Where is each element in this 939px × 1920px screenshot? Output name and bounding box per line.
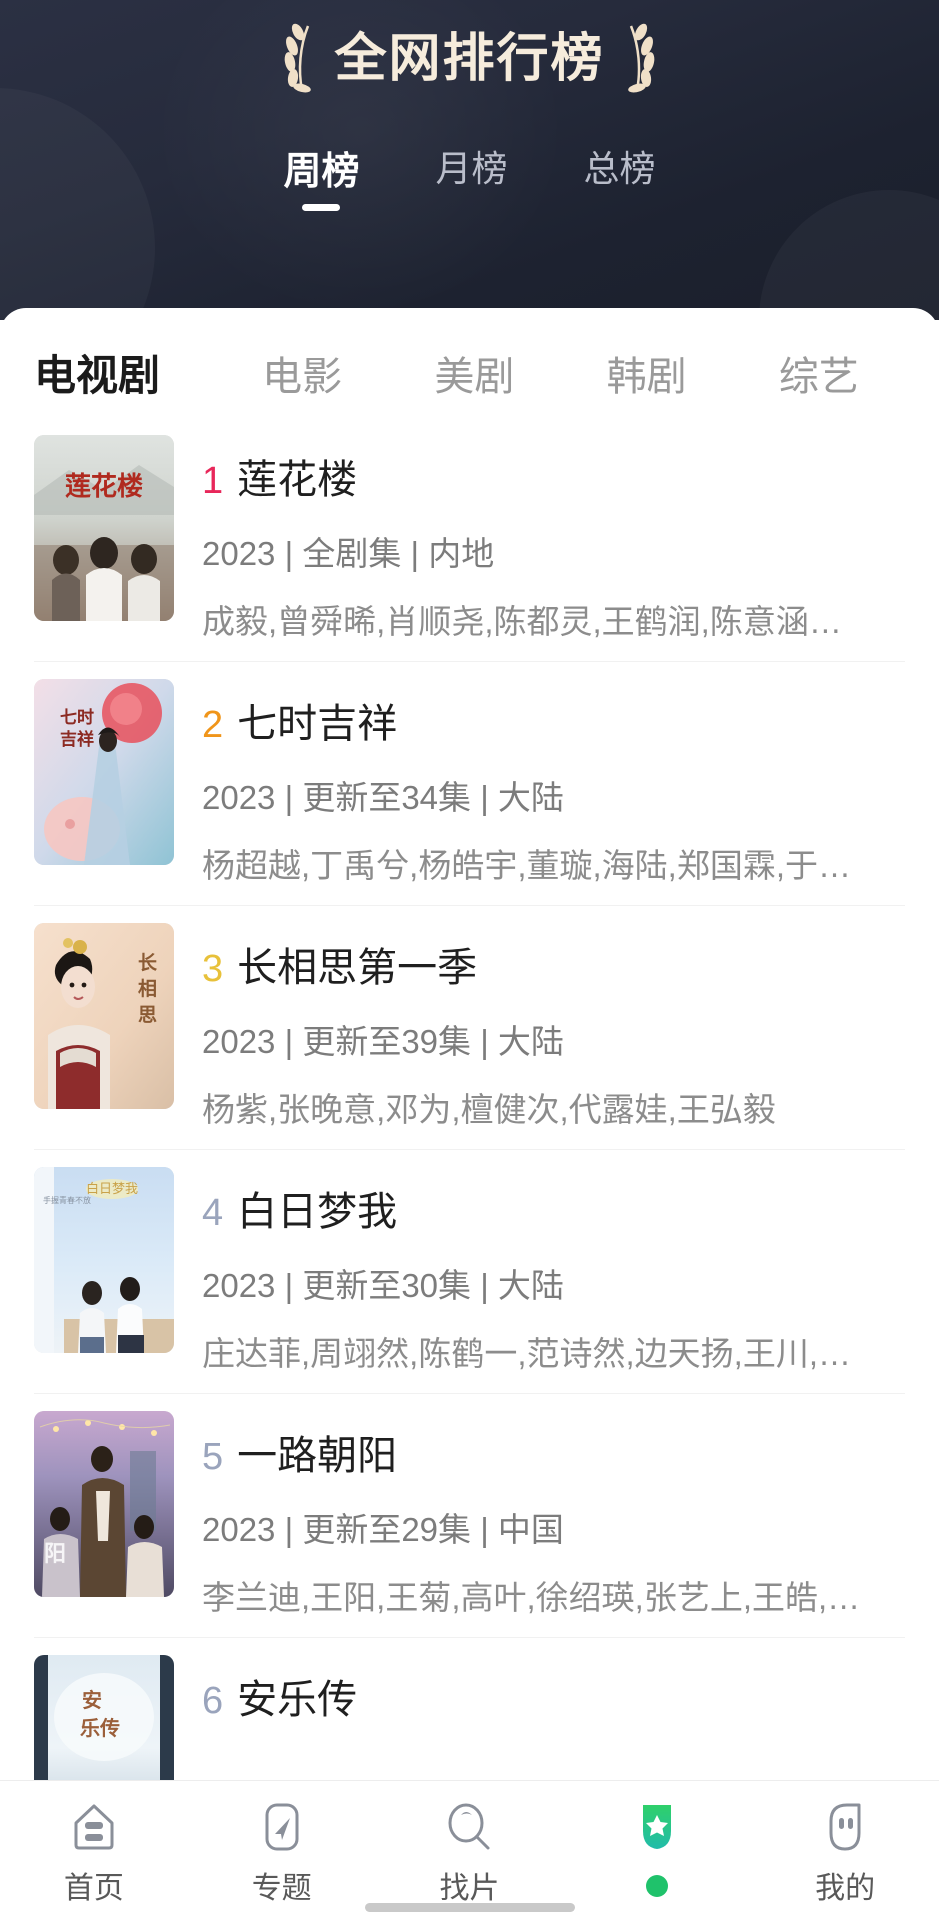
rank-number: 2 — [202, 704, 224, 746]
poster-changxiangsi[interactable]: 长 相 思 — [34, 923, 174, 1109]
category-tabs: 电视剧 电影 美剧 韩剧 综艺 — [0, 308, 939, 403]
page-header: 全网排行榜 周榜 月榜 总榜 — [0, 0, 939, 320]
rank-number: 4 — [202, 1192, 224, 1234]
item-cast: 杨超越,丁禹兮,杨皓宇,董璇,海陆,郑国霖,于… — [202, 847, 852, 884]
category-tab-movie[interactable]: 电影 — [216, 344, 388, 402]
svg-text:相: 相 — [138, 978, 157, 1000]
item-title: 七时吉祥 — [237, 702, 398, 746]
item-info: 2023 | 更新至30集 | 大陆 — [202, 1267, 564, 1304]
item-meta: 2 七时吉祥 2023 | 更新至34集 | 大陆 杨超越,丁禹兮,杨皓宇,董璇… — [202, 679, 905, 887]
home-indicator — [364, 1903, 575, 1912]
category-tab-kr-drama[interactable]: 韩剧 — [561, 344, 733, 402]
content-card: 电视剧 电影 美剧 韩剧 综艺 莲花楼 1 莲花楼 2023 | 全剧集 | 内… — [0, 308, 939, 1920]
svg-text:七时: 七时 — [60, 708, 94, 727]
star-shield-icon — [643, 1805, 672, 1849]
rank-number: 3 — [202, 948, 224, 990]
item-cast: 成毅,曾舜晞,肖顺尧,陈都灵,王鹤润,陈意涵… — [202, 603, 842, 640]
svg-text:吉祥: 吉祥 — [60, 729, 94, 749]
poster-yiluzhaoyang[interactable]: 阳 — [34, 1411, 174, 1597]
nav-item-mine[interactable]: 我的 — [751, 1799, 939, 1907]
nav-item-home[interactable]: 首页 — [0, 1799, 188, 1907]
rank-number: 5 — [202, 1436, 224, 1478]
table-row[interactable]: 手握青春不放 白日梦我 4 白日梦我 2023 | 更新至30集 | 大陆 庄达… — [34, 1149, 905, 1393]
ranking-list: 莲花楼 1 莲花楼 2023 | 全剧集 | 内地 成毅,曾舜晞,肖顺尧,陈都灵… — [0, 417, 939, 1859]
period-tab-total[interactable]: 总榜 — [576, 140, 664, 211]
nav-item-find[interactable]: 找片 — [376, 1799, 564, 1907]
rank-number: 1 — [202, 460, 224, 502]
home-icon — [74, 1804, 114, 1850]
item-cast: 李兰迪,王阳,王菊,高叶,徐绍瑛,张艺上,王皓,… — [202, 1579, 861, 1616]
item-meta: 6 安乐传 — [202, 1655, 905, 1747]
category-tab-variety[interactable]: 综艺 — [733, 344, 905, 402]
svg-text:手握青春不放: 手握青春不放 — [43, 1195, 91, 1205]
poster-lianhualou[interactable]: 莲花楼 — [34, 435, 174, 621]
item-title: 莲花楼 — [237, 458, 358, 502]
svg-text:乐传: 乐传 — [80, 1717, 120, 1740]
period-tab-week[interactable]: 周榜 — [275, 140, 367, 211]
item-title-line: 3 长相思第一季 — [202, 935, 905, 993]
svg-text:阳: 阳 — [44, 1541, 66, 1566]
table-row[interactable]: 长 相 思 3 长相思第一季 2023 | 更新至39集 | 大陆 杨紫,张晚意… — [34, 905, 905, 1149]
item-info: 2023 | 更新至29集 | 中国 — [202, 1511, 564, 1548]
navigate-icon — [265, 1803, 299, 1851]
rank-number: 6 — [202, 1680, 224, 1722]
item-meta: 1 莲花楼 2023 | 全剧集 | 内地 成毅,曾舜晞,肖顺尧,陈都灵,王鹤润… — [202, 435, 905, 643]
search-icon — [448, 1803, 490, 1850]
poster-qishijixiang[interactable]: 七时 吉祥 — [34, 679, 174, 865]
category-tab-tv[interactable]: 电视剧 — [34, 342, 216, 403]
nav-label-home: 首页 — [63, 1872, 124, 1905]
period-tab-month[interactable]: 月榜 — [427, 140, 515, 211]
laurel-right-icon — [627, 23, 654, 93]
svg-text:安: 安 — [82, 1688, 102, 1712]
item-info: 2023 | 全剧集 | 内地 — [202, 535, 495, 572]
item-info: 2023 | 更新至34集 | 大陆 — [202, 779, 564, 816]
svg-text:白日梦我: 白日梦我 — [86, 1181, 138, 1196]
item-meta: 5 一路朝阳 2023 | 更新至29集 | 中国 李兰迪,王阳,王菊,高叶,徐… — [202, 1411, 905, 1619]
item-title-line: 1 莲花楼 — [202, 447, 905, 505]
table-row[interactable]: 莲花楼 1 莲花楼 2023 | 全剧集 | 内地 成毅,曾舜晞,肖顺尧,陈都灵… — [34, 417, 905, 661]
period-tabs: 周榜 月榜 总榜 — [0, 140, 939, 211]
item-cast: 庄达菲,周翊然,陈鹤一,范诗然,边天扬,王川,… — [202, 1335, 852, 1372]
nav-label-mine: 我的 — [815, 1872, 876, 1905]
item-title: 一路朝阳 — [237, 1434, 398, 1478]
page-title: 全网排行榜 — [334, 29, 605, 88]
item-cast: 杨紫,张晚意,邓为,檀健次,代露娃,王弘毅 — [202, 1091, 776, 1128]
poster-bairimengwo[interactable]: 手握青春不放 白日梦我 — [34, 1167, 174, 1353]
item-title-line: 4 白日梦我 — [202, 1179, 905, 1237]
table-row[interactable]: 阳 5 一路朝阳 2023 | 更新至29集 | 中国 李兰迪,王阳,王菊,高叶… — [34, 1393, 905, 1637]
nav-label-find: 找片 — [439, 1872, 500, 1905]
profile-icon — [829, 1803, 861, 1851]
bottom-navigation: 首页 专题 找片 我的 — [0, 1780, 939, 1920]
item-title: 长相思第一季 — [237, 946, 478, 990]
table-row[interactable]: 七时 吉祥 2 七时吉祥 2023 | 更新至34集 | 大陆 杨超越,丁禹兮,… — [34, 661, 905, 905]
item-meta: 4 白日梦我 2023 | 更新至30集 | 大陆 庄达菲,周翊然,陈鹤一,范诗… — [202, 1167, 905, 1375]
page-title-row: 全网排行榜 — [0, 22, 939, 96]
item-title-line: 6 安乐传 — [202, 1667, 905, 1725]
nav-label-topics: 专题 — [251, 1872, 312, 1905]
category-tab-us-drama[interactable]: 美剧 — [388, 344, 560, 402]
item-title-line: 5 一路朝阳 — [202, 1423, 905, 1481]
ranking-page: 全网排行榜 周榜 月榜 总榜 电视剧 电影 美剧 韩剧 综艺 莲花楼 1 莲花楼… — [0, 0, 939, 1920]
nav-item-topics[interactable]: 专题 — [188, 1799, 376, 1907]
laurel-left-icon — [285, 23, 312, 93]
item-title: 安乐传 — [237, 1678, 358, 1722]
item-meta: 3 长相思第一季 2023 | 更新至39集 | 大陆 杨紫,张晚意,邓为,檀健… — [202, 923, 905, 1131]
svg-text:思: 思 — [138, 1004, 157, 1026]
item-title: 白日梦我 — [237, 1190, 398, 1234]
nav-active-dot — [646, 1875, 669, 1897]
item-title-line: 2 七时吉祥 — [202, 691, 905, 749]
nav-item-featured[interactable] — [563, 1799, 751, 1905]
item-info: 2023 | 更新至39集 | 大陆 — [202, 1023, 564, 1060]
svg-text:长: 长 — [138, 952, 158, 974]
svg-text:莲花楼: 莲花楼 — [65, 472, 143, 501]
